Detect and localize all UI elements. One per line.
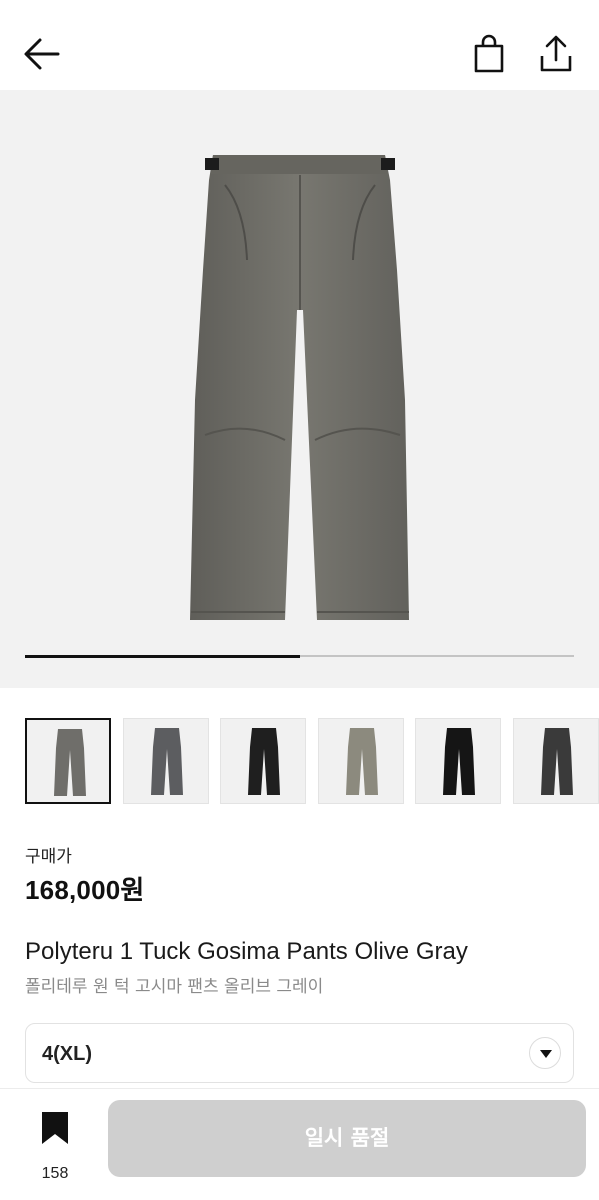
gallery-progress-fill: [25, 654, 300, 658]
bottom-action-bar: 158 일시 품절: [0, 1088, 599, 1200]
price-label: 구매가: [25, 847, 72, 866]
thumbnail-1[interactable]: [25, 718, 111, 804]
thumbnail-strip: [25, 718, 599, 804]
thumbnail-4[interactable]: [317, 718, 404, 804]
product-image-gallery[interactable]: [0, 90, 599, 688]
arrow-left-icon: [24, 38, 60, 70]
product-name-english: Polyteru 1 Tuck Gosima Pants Olive Gray: [25, 938, 468, 965]
gallery-progress-bar: [25, 654, 574, 658]
price: 168,000원: [25, 875, 145, 905]
share-button[interactable]: [536, 34, 576, 74]
thumbnail-2[interactable]: [122, 718, 209, 804]
thumbnail-pants-image: [540, 728, 573, 795]
thumbnail-5[interactable]: [415, 718, 501, 804]
thumbnail-pants-image: [345, 728, 378, 795]
back-button[interactable]: [22, 36, 62, 72]
shopping-bag-icon: [474, 34, 504, 73]
thumbnail-pants-image: [54, 729, 86, 796]
product-name-korean: 폴리테루 원 턱 고시마 팬츠 올리브 그레이: [25, 977, 324, 997]
size-select[interactable]: 4(XL): [25, 1023, 574, 1083]
thumbnail-3[interactable]: [220, 718, 306, 804]
chevron-down-icon: [540, 1050, 552, 1058]
size-select-toggle[interactable]: [529, 1037, 561, 1069]
thumbnail-pants-image: [150, 728, 183, 795]
thumbnail-pants-image: [248, 728, 280, 795]
bookmark-button[interactable]: 158: [32, 1109, 78, 1182]
bookmark-count: 158: [41, 1165, 69, 1182]
gray-wide-pants-image: [190, 155, 409, 620]
shopping-bag-button[interactable]: [470, 34, 508, 74]
thumbnail-6[interactable]: [512, 718, 599, 804]
thumbnail-pants-image: [443, 728, 475, 795]
size-select-value: 4(XL): [42, 1043, 92, 1065]
share-icon: [540, 35, 572, 72]
top-bar: [0, 0, 599, 90]
sold-out-button[interactable]: 일시 품절: [108, 1100, 586, 1177]
bookmark-icon: [42, 1112, 68, 1144]
